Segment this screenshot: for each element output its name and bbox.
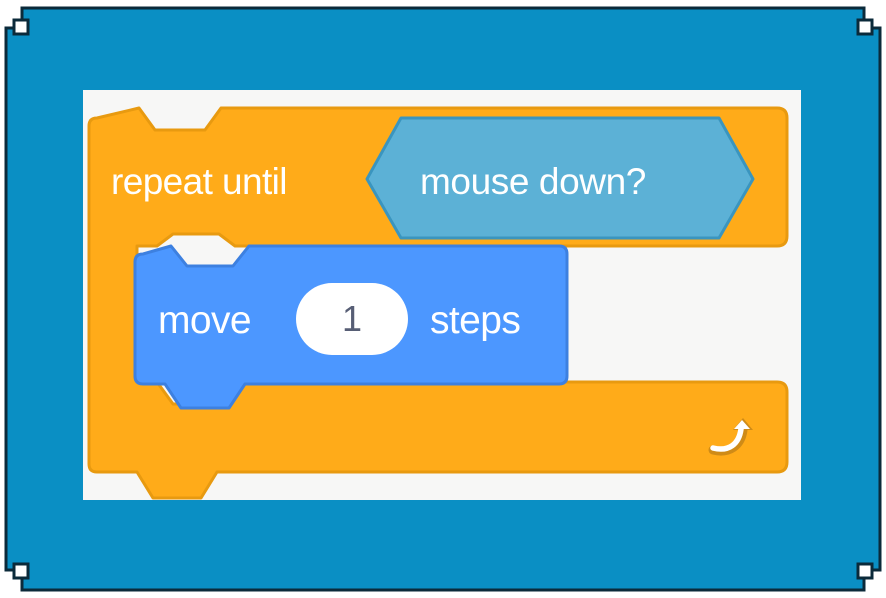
- script-canvas: repeat until mouse down? move 1 steps: [83, 90, 801, 500]
- corner-tab-top-right: [856, 18, 874, 36]
- repeat-until-label: repeat until: [111, 161, 287, 202]
- corner-tab-bottom-right: [856, 562, 874, 580]
- steps-label: steps: [430, 299, 521, 342]
- corner-tab-top-left: [12, 18, 30, 36]
- corner-tab-bottom-left: [12, 562, 30, 580]
- loop-arrow-icon: [708, 418, 753, 456]
- block-stack: [87, 106, 789, 500]
- steps-input[interactable]: 1: [296, 283, 408, 355]
- mouse-down-label: mouse down?: [420, 161, 646, 202]
- move-label: move: [158, 299, 252, 342]
